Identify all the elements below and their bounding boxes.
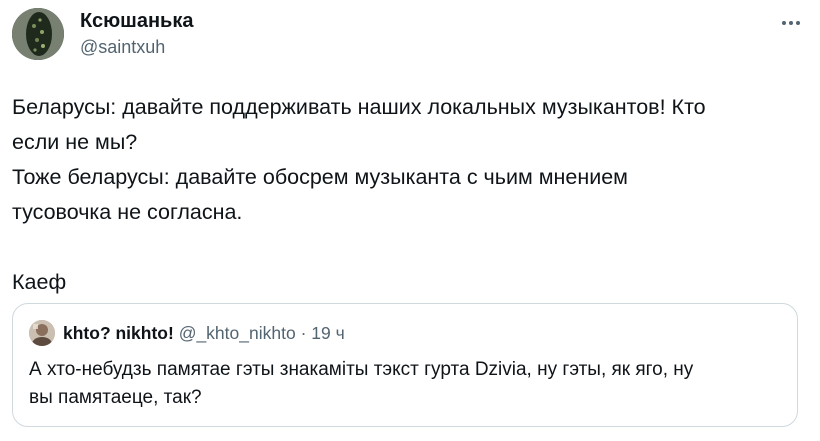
quoted-tweet[interactable]: khto? nikhto! @_khto_nikhto · 19 ч А хто… (12, 303, 798, 427)
quoted-author-name[interactable]: khto? nikhto! (63, 323, 174, 343)
quoted-separator: · (300, 323, 307, 343)
quoted-text-line: А хто-небудзь памятае гэты знакаміты тэк… (29, 359, 694, 380)
tweet-text-line: если не мы? (12, 130, 138, 154)
quoted-author-handle[interactable]: @_khto_nikhto (179, 323, 296, 343)
author-handle[interactable]: @saintxuh (80, 36, 165, 58)
tweet-text: Беларусы: давайте поддерживать наших лок… (12, 90, 802, 300)
tweet-text-line: Тоже беларусы: давайте обосрем музыканта… (12, 165, 628, 189)
tweet-text-line: Беларусы: давайте поддерживать наших лок… (12, 95, 706, 119)
more-horizontal-icon (782, 21, 800, 25)
avatar-image (12, 8, 64, 60)
quoted-avatar-image (29, 320, 55, 346)
tweet-text-line: тусовочка не согласна. (12, 200, 243, 224)
tweet: Ксюшанька @saintxuh Беларусы: давайте по… (0, 0, 820, 441)
quoted-text: А хто-небудзь памятае гэты знакаміты тэк… (29, 356, 789, 412)
quoted-text-line: вы памятаеце, так? (29, 387, 202, 408)
quoted-time[interactable]: 19 ч (311, 323, 344, 343)
quoted-author-avatar[interactable] (29, 320, 55, 346)
more-options-button[interactable] (776, 8, 806, 38)
author-name[interactable]: Ксюшанька (80, 9, 193, 33)
tweet-text-line: Каеф (12, 270, 67, 294)
author-avatar[interactable] (12, 8, 64, 60)
quoted-header: khto? nikhto! @_khto_nikhto · 19 ч (63, 321, 345, 345)
